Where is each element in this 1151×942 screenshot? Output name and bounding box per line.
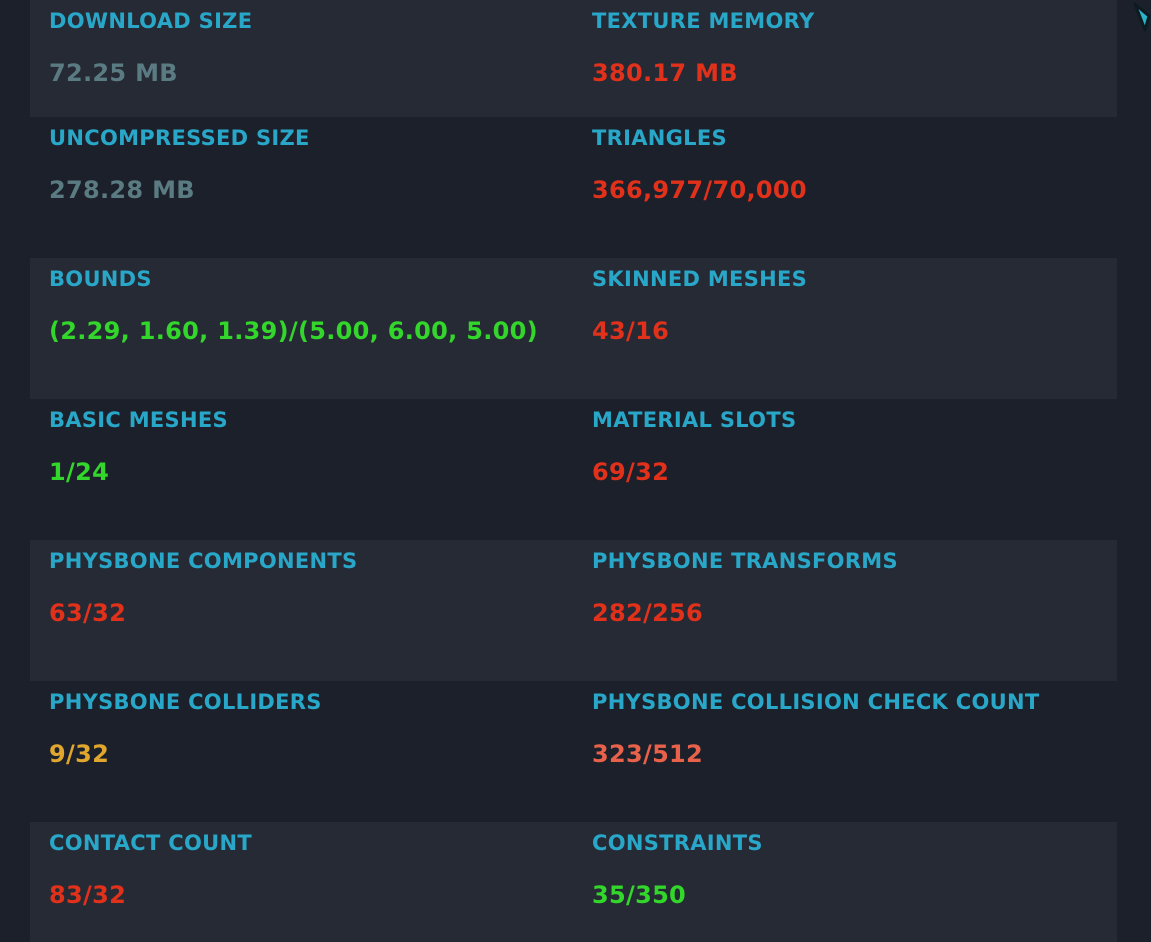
stat-value: 83/32 [49,881,127,909]
stat-label: UNCOMPRESSED SIZE [49,126,310,150]
stat-value: 9/32 [49,740,110,768]
stats-row: PHYSBONE COMPONENTS 63/32 PHYSBONE TRANS… [30,540,1117,681]
stat-label: MATERIAL SLOTS [592,408,797,432]
performance-stats-panel: DOWNLOAD SIZE 72.25 MB TEXTURE MEMORY 38… [30,0,1117,942]
stat-value: 380.17 MB [592,59,738,87]
stat-label: BOUNDS [49,267,152,291]
stat-label: PHYSBONE COMPONENTS [49,549,358,573]
stat-value: 69/32 [592,458,670,486]
stat-value: 366,977/70,000 [592,176,807,204]
stat-label: DOWNLOAD SIZE [49,9,253,33]
stat-value: 1/24 [49,458,110,486]
stat-physbone-colliders: PHYSBONE COLLIDERS 9/32 [30,681,573,822]
stats-row: DOWNLOAD SIZE 72.25 MB TEXTURE MEMORY 38… [30,0,1117,117]
stat-physbone-transforms: PHYSBONE TRANSFORMS 282/256 [573,540,1117,681]
stat-label: PHYSBONE TRANSFORMS [592,549,898,573]
stats-row: UNCOMPRESSED SIZE 278.28 MB TRIANGLES 36… [30,117,1117,258]
stat-value: (2.29, 1.60, 1.39)/(5.00, 6.00, 5.00) [49,317,538,345]
stat-triangles: TRIANGLES 366,977/70,000 [573,117,1117,258]
stat-value: 43/16 [592,317,670,345]
stat-label: SKINNED MESHES [592,267,808,291]
stat-contact-count: CONTACT COUNT 83/32 [30,822,573,942]
stat-value: 278.28 MB [49,176,195,204]
stat-label: CONSTRAINTS [592,831,763,855]
stat-skinned-meshes: SKINNED MESHES 43/16 [573,258,1117,399]
stats-row: CONTACT COUNT 83/32 CONSTRAINTS 35/350 [30,822,1117,942]
stat-label: PHYSBONE COLLIDERS [49,690,322,714]
stat-texture-memory: TEXTURE MEMORY 380.17 MB [573,0,1117,117]
stat-value: 63/32 [49,599,127,627]
stat-label: BASIC MESHES [49,408,228,432]
stats-row: PHYSBONE COLLIDERS 9/32 PHYSBONE COLLISI… [30,681,1117,822]
stat-label: TEXTURE MEMORY [592,9,815,33]
stat-value: 35/350 [592,881,687,909]
stat-label: CONTACT COUNT [49,831,252,855]
stat-physbone-components: PHYSBONE COMPONENTS 63/32 [30,540,573,681]
stat-label: PHYSBONE COLLISION CHECK COUNT [592,690,1040,714]
stat-constraints: CONSTRAINTS 35/350 [573,822,1117,942]
stat-download-size: DOWNLOAD SIZE 72.25 MB [30,0,573,117]
stat-label: TRIANGLES [592,126,727,150]
stat-value: 282/256 [592,599,704,627]
stats-row: BASIC MESHES 1/24 MATERIAL SLOTS 69/32 [30,399,1117,540]
cursor-arrow-icon [1133,2,1151,32]
stat-basic-meshes: BASIC MESHES 1/24 [30,399,573,540]
stat-value: 72.25 MB [49,59,178,87]
stat-material-slots: MATERIAL SLOTS 69/32 [573,399,1117,540]
stat-uncompressed-size: UNCOMPRESSED SIZE 278.28 MB [30,117,573,258]
stat-physbone-collision-check-count: PHYSBONE COLLISION CHECK COUNT 323/512 [573,681,1117,822]
stat-value: 323/512 [592,740,704,768]
performance-stats-page: DOWNLOAD SIZE 72.25 MB TEXTURE MEMORY 38… [0,0,1151,942]
stats-row: BOUNDS (2.29, 1.60, 1.39)/(5.00, 6.00, 5… [30,258,1117,399]
stat-bounds: BOUNDS (2.29, 1.60, 1.39)/(5.00, 6.00, 5… [30,258,573,399]
